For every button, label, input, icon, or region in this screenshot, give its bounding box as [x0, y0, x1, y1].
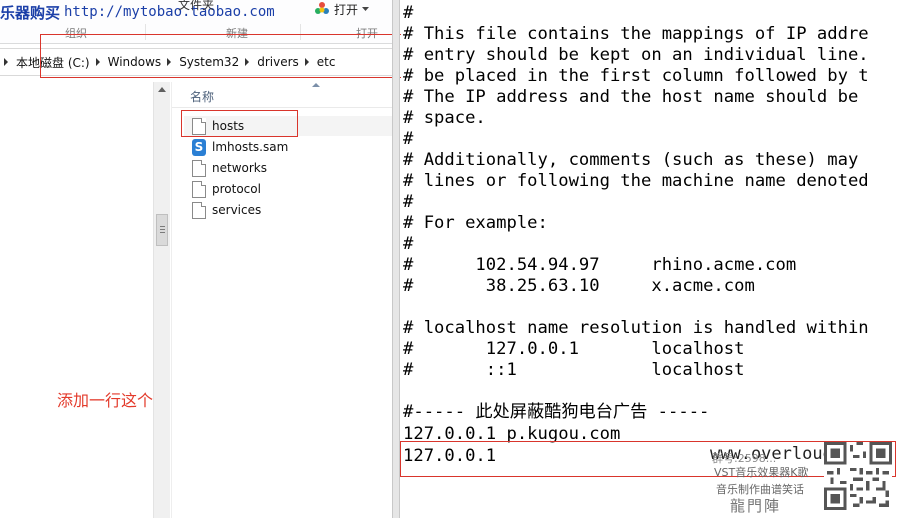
editor-line: # This file contains the mappings of IP … — [403, 24, 869, 44]
window-splitter[interactable] — [392, 0, 400, 518]
editor-line: # 102.54.94.97 rhino.acme.com — [403, 255, 797, 275]
editor-line: # ::1 localhost — [403, 360, 745, 380]
ribbon-group-open: 打开 — [356, 27, 378, 40]
open-app-icon — [315, 2, 329, 14]
scrollbar-thumb[interactable] — [156, 214, 168, 246]
navigation-pane[interactable] — [0, 82, 155, 518]
editor-line: 127.0.0.1 — [403, 446, 497, 466]
file-name: protocol — [212, 182, 261, 196]
breadcrumb-item[interactable]: System32 — [179, 55, 239, 69]
breadcrumb-item[interactable]: etc — [317, 55, 336, 69]
editor-line: # 38.25.63.10 x.acme.com — [403, 276, 755, 296]
document-icon — [192, 117, 206, 135]
editor-line: # — [403, 3, 414, 23]
breadcrumb-item[interactable]: drivers — [257, 55, 299, 69]
chevron-down-icon — [362, 6, 370, 11]
file-item-hosts[interactable]: hosts — [192, 116, 392, 136]
open-button[interactable]: 打开 — [314, 0, 370, 18]
file-name: lmhosts.sam — [212, 140, 289, 154]
file-name: networks — [212, 161, 267, 175]
file-list-pane: 名称 hosts S lmhosts.sam networks protocol… — [171, 82, 392, 518]
editor-line: # — [403, 129, 414, 149]
ribbon-group-organize: 组织 — [65, 27, 87, 40]
file-explorer-window: 乐器购买 http://mytobao.taobao.com 文件夹 打开 组织… — [0, 0, 392, 518]
editor-line: #----- 此处屏蔽酷狗电台广告 ----- — [403, 402, 710, 422]
annotation-text: 添加一行这个 — [57, 391, 154, 410]
sam-file-icon: S — [192, 138, 206, 156]
editor-line: # entry should be kept on an individual … — [403, 45, 869, 65]
file-item-services[interactable]: services — [192, 200, 392, 220]
file-name: services — [212, 203, 262, 217]
editor-line: # localhost name resolution is handled w… — [403, 318, 869, 338]
qr-code-icon — [824, 442, 892, 510]
editor-line: # For example: — [403, 213, 548, 233]
ribbon-toolbar: 乐器购买 http://mytobao.taobao.com 文件夹 打开 组织… — [0, 0, 392, 44]
column-header-label: 名称 — [190, 90, 215, 104]
ad-banner-text: 乐器购买 — [0, 4, 61, 22]
breadcrumb-chevron-icon[interactable] — [95, 58, 100, 66]
editor-line: # — [403, 234, 414, 254]
editor-line: # space. — [403, 108, 486, 128]
ribbon-group-new: 新建 — [226, 27, 248, 40]
ribbon-properties-label[interactable]: 文件夹 — [178, 0, 214, 13]
navigation-scrollbar[interactable] — [153, 82, 170, 518]
breadcrumb-chevron-icon[interactable] — [167, 58, 172, 66]
ad-banner-url: http://mytobao.taobao.com — [64, 4, 275, 20]
document-icon — [192, 201, 206, 219]
breadcrumb-chevron-icon[interactable] — [304, 58, 309, 66]
breadcrumb-chevron-icon[interactable] — [245, 58, 250, 66]
document-icon — [192, 159, 206, 177]
editor-line: # The IP address and the host name shoul… — [403, 87, 869, 107]
breadcrumb-item[interactable]: 本地磁盘 (C:) — [16, 54, 90, 71]
breadcrumb-item[interactable]: Windows — [108, 55, 162, 69]
open-button-label: 打开 — [334, 2, 359, 17]
sort-ascending-icon — [312, 83, 320, 87]
editor-line: 127.0.0.1 p.kugou.com — [403, 424, 621, 444]
scroll-up-arrow-icon[interactable] — [158, 87, 166, 92]
file-item-lmhosts[interactable]: S lmhosts.sam — [192, 137, 392, 157]
file-item-protocol[interactable]: protocol — [192, 179, 392, 199]
editor-line: # — [403, 192, 414, 212]
file-name: hosts — [212, 119, 245, 133]
editor-line: # Additionally, comments (such as these)… — [403, 150, 869, 170]
editor-line: # lines or following the machine name de… — [403, 171, 869, 191]
address-bar[interactable]: 本地磁盘 (C:) Windows System32 drivers etc — [0, 48, 392, 76]
document-icon — [192, 180, 206, 198]
file-item-networks[interactable]: networks — [192, 158, 392, 178]
column-header-name[interactable]: 名称 — [172, 82, 392, 108]
editor-line: # 127.0.0.1 localhost — [403, 339, 745, 359]
breadcrumb-chevron-icon — [4, 58, 8, 66]
editor-line: # be placed in the first column followed… — [403, 66, 869, 86]
